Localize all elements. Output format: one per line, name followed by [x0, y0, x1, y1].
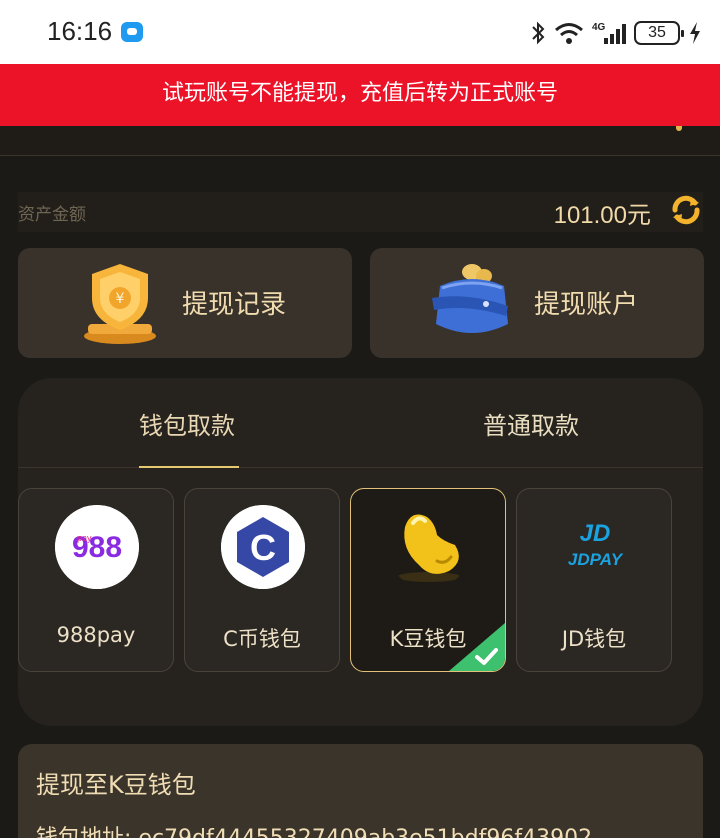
status-time: 16:16	[47, 16, 113, 46]
wallet-name: C币钱包	[223, 627, 301, 651]
jdpay-logo-icon: JD JDPAY	[568, 520, 624, 569]
header-indicator	[676, 126, 682, 131]
battery-icon: 35	[634, 21, 684, 45]
bluetooth-icon	[532, 21, 545, 45]
signal-label: 4G	[592, 22, 606, 33]
withdraw-records-label: 提现记录	[182, 290, 287, 320]
tab-wallet-withdraw[interactable]: 钱包取款	[139, 406, 235, 441]
refresh-icon[interactable]	[669, 193, 703, 227]
withdraw-tabs: 钱包取款 普通取款	[18, 378, 703, 468]
withdraw-account-label: 提现账户	[534, 290, 639, 320]
active-tab-indicator	[139, 466, 239, 468]
tab-normal-withdraw[interactable]: 普通取款	[483, 406, 579, 441]
wallet-option-cbi[interactable]: C C币钱包	[184, 488, 340, 672]
wallet-coins-icon	[432, 264, 508, 333]
pay988-logo-icon: 988 pay	[55, 505, 139, 589]
wifi-icon	[555, 23, 583, 44]
banner-text: 试玩账号不能提现，充值后转为正式账号	[161, 81, 558, 106]
header-strip	[0, 126, 720, 156]
gold-bean-icon	[397, 514, 461, 582]
jdpay-logo-sub: JDPAY	[568, 550, 624, 569]
wallet-option-jd[interactable]: JD JDPAY JD钱包	[516, 488, 672, 672]
trial-account-banner: 试玩账号不能提现，充值后转为正式账号	[0, 64, 720, 126]
chat-bubble-icon	[121, 22, 143, 42]
wallet-option-988pay[interactable]: 988 pay 988pay	[18, 488, 174, 672]
cbi-logo-icon: C	[221, 505, 305, 589]
signal-4g-icon: 4G	[592, 22, 626, 44]
withdraw-target-title: 提现至K豆钱包	[36, 771, 196, 799]
asset-row: 资产金额 101.00元	[18, 192, 703, 232]
status-icons: 4G 35	[530, 18, 702, 48]
charging-bolt-icon	[690, 22, 700, 44]
pay988-logo-sub: pay	[77, 533, 92, 543]
asset-label: 资产金额	[18, 205, 86, 225]
cbi-logo-text: C	[250, 527, 276, 568]
withdraw-records-button[interactable]: ¥ 提现记录	[18, 248, 352, 358]
selected-check-icon	[449, 623, 505, 671]
jdpay-logo-text: JD	[580, 520, 611, 547]
asset-value: 101.00元	[553, 202, 651, 229]
withdraw-target-section: 提现至K豆钱包 钱包地址: ec79df44455327409ab3e51bdf…	[18, 744, 703, 838]
wallet-name: JD钱包	[561, 627, 627, 651]
wallet-address: 钱包地址: ec79df44455327409ab3e51bdf96f43902	[36, 820, 592, 838]
status-bar: 16:16 4G 35	[0, 0, 720, 64]
wallet-option-kdou[interactable]: K豆钱包	[350, 488, 506, 672]
battery-level: 35	[648, 24, 666, 41]
shield-coin-icon: ¥	[84, 264, 156, 344]
svg-text:¥: ¥	[116, 291, 125, 307]
withdraw-account-button[interactable]: 提现账户	[370, 248, 704, 358]
wallet-panel: 钱包取款 普通取款 988 pay 988pay C C币钱包 K豆钱包 JD …	[18, 378, 703, 726]
wallet-name: 988pay	[56, 623, 136, 647]
